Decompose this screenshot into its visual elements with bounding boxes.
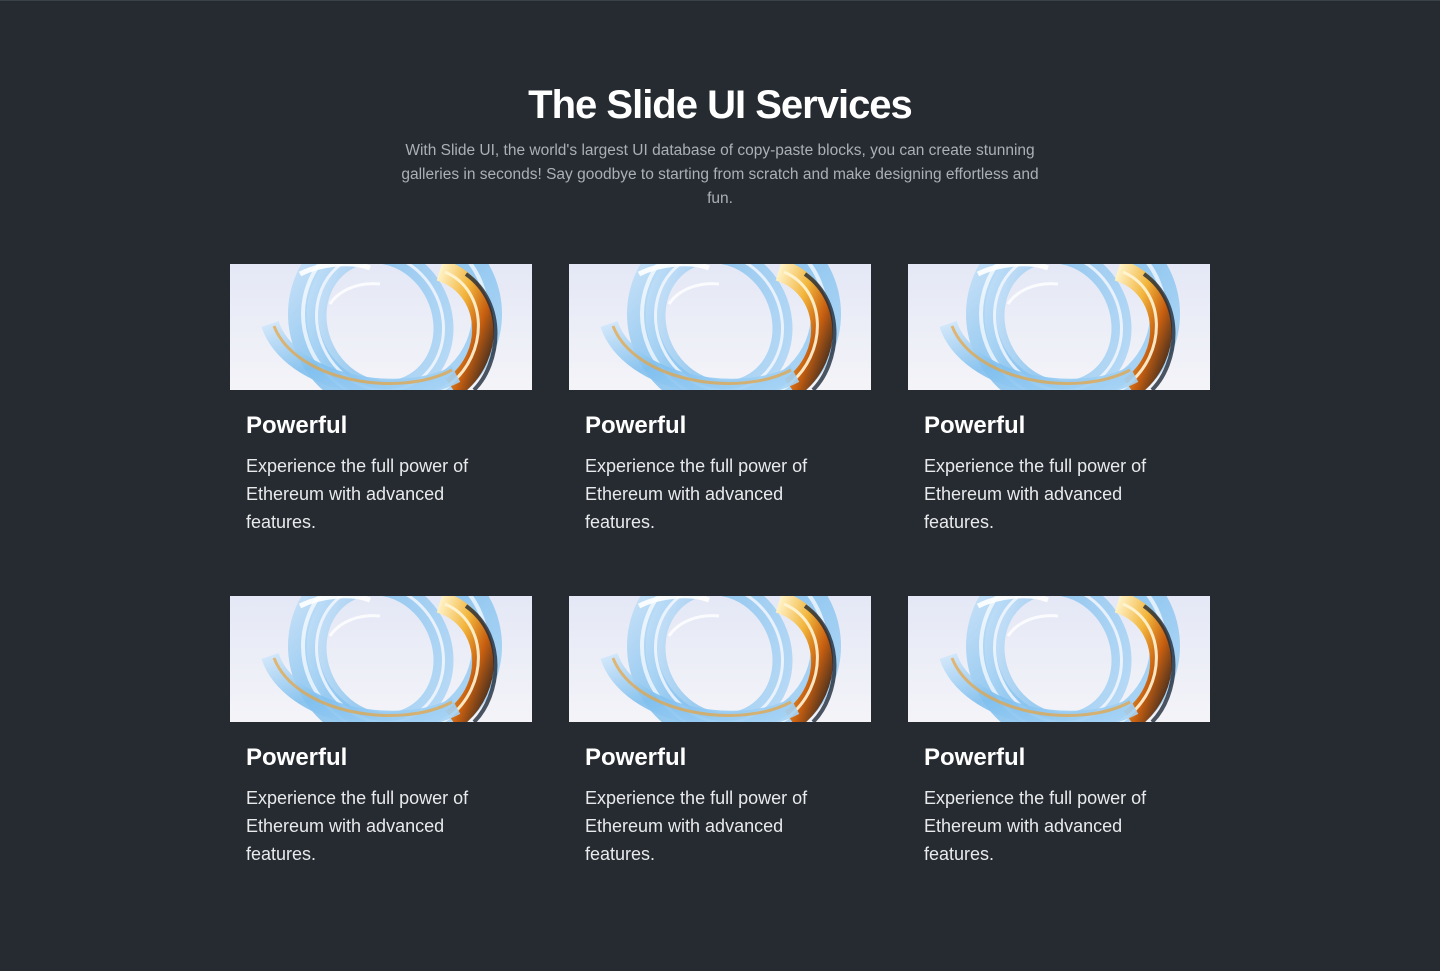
card-title: Powerful bbox=[246, 744, 348, 771]
card-description: Experience the full power of Ethereum wi… bbox=[246, 456, 469, 532]
service-card[interactable]: Powerful Experience the full power of Et… bbox=[569, 264, 871, 538]
service-card[interactable]: Powerful Experience the full power of Et… bbox=[569, 596, 871, 870]
glass-ring-image bbox=[569, 264, 871, 390]
card-description: Experience the full power of Ethereum wi… bbox=[585, 456, 808, 532]
card-description: Experience the full power of Ethereum wi… bbox=[924, 456, 1147, 532]
service-card[interactable]: Powerful Experience the full power of Et… bbox=[230, 264, 532, 538]
card-title: Powerful bbox=[585, 412, 687, 439]
glass-ring-image bbox=[230, 264, 532, 390]
glass-ring-image bbox=[230, 596, 532, 722]
services-grid: Powerful Experience the full power of Et… bbox=[230, 264, 1210, 870]
section-subtitle: With Slide UI, the world's largest UI da… bbox=[401, 142, 1039, 207]
glass-ring-image bbox=[569, 596, 871, 722]
card-description: Experience the full power of Ethereum wi… bbox=[246, 788, 469, 864]
glass-ring-image bbox=[908, 264, 1210, 390]
card-description: Experience the full power of Ethereum wi… bbox=[924, 788, 1147, 864]
section-title: The Slide UI Services bbox=[528, 83, 913, 127]
service-card[interactable]: Powerful Experience the full power of Et… bbox=[908, 264, 1210, 538]
card-title: Powerful bbox=[246, 412, 348, 439]
card-title: Powerful bbox=[585, 744, 687, 771]
glass-ring-image bbox=[908, 596, 1210, 722]
section-header: The Slide UI Services With Slide UI, the… bbox=[0, 81, 1440, 211]
card-title: Powerful bbox=[924, 744, 1026, 771]
service-card[interactable]: Powerful Experience the full power of Et… bbox=[908, 596, 1210, 870]
service-card[interactable]: Powerful Experience the full power of Et… bbox=[230, 596, 532, 870]
card-title: Powerful bbox=[924, 412, 1026, 439]
card-description: Experience the full power of Ethereum wi… bbox=[585, 788, 808, 864]
